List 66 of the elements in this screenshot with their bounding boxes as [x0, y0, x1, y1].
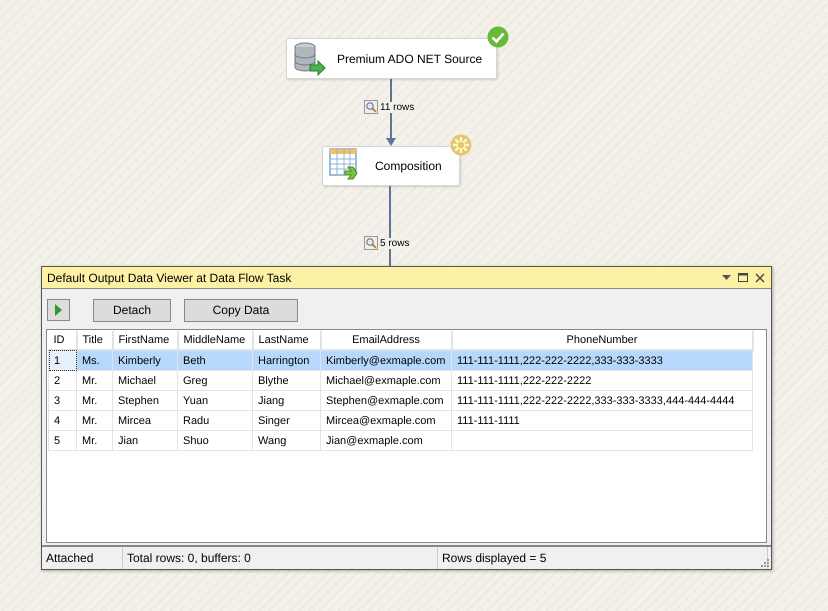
- table-cell: Mr.: [76, 430, 112, 450]
- table-cell: Michael: [112, 370, 178, 390]
- table-row[interactable]: 3 Mr. Stephen Yuan Jiang Stephen@exmaple.com 111-111-1111,222-222-2222,333-333-3333,444-444-4444: [48, 390, 752, 410]
- table-row[interactable]: 4 Mr. Mircea Radu Singer Mircea@exmaple.com 111-111-1111: [48, 410, 752, 430]
- table-cell: Mr.: [76, 410, 112, 430]
- row-count-label: 11 rows: [380, 102, 414, 112]
- component-box[interactable]: Premium ADO NET Source: [286, 38, 497, 79]
- table-cell: Blythe: [252, 370, 320, 390]
- table-cell: Stephen: [112, 390, 178, 410]
- window-title: Default Output Data Viewer at Data Flow Task: [47, 270, 292, 284]
- play-icon: [55, 304, 62, 316]
- database-icon: [293, 40, 327, 76]
- table-cell: Yuan: [178, 390, 252, 410]
- component-label: Premium ADO NET Source: [337, 52, 482, 66]
- table-cell: 1: [48, 350, 76, 370]
- table-cell: 3: [48, 390, 76, 410]
- table-cell: 5: [48, 430, 76, 450]
- component-box[interactable]: Composition: [322, 146, 460, 186]
- dropdown-arrow-icon: [722, 275, 731, 280]
- magnifier-icon: [364, 236, 378, 250]
- row-count-label: 5 rows: [380, 238, 410, 248]
- table-cell: Jiang: [252, 390, 320, 410]
- maximize-icon: [738, 273, 748, 282]
- table-cell: 111-111-1111,222-222-2222,333-333-3333: [452, 350, 752, 370]
- table-cell: Ms.: [76, 350, 112, 370]
- close-icon: [755, 272, 765, 282]
- table-cell: Michael@exmaple.com: [320, 370, 452, 390]
- table-cell: Kimberly: [112, 350, 178, 370]
- column-header[interactable]: EmailAddress: [320, 331, 452, 350]
- table-cell: Radu: [178, 410, 252, 430]
- table-cell: Jian@exmaple.com: [320, 430, 452, 450]
- table-cell: Singer: [252, 410, 320, 430]
- table-cell: Mr.: [76, 390, 112, 410]
- table-cell: 2: [48, 370, 76, 390]
- table-cell: Mr.: [76, 370, 112, 390]
- status-text: Total rows: 0, buffers: 0: [123, 547, 438, 569]
- column-header[interactable]: Title: [76, 331, 112, 350]
- table-row[interactable]: 2 Mr. Michael Greg Blythe Michael@exmaple.com 111-111-1111,222-222-2222: [48, 370, 752, 390]
- table-cell: Stephen@exmaple.com: [320, 390, 452, 410]
- column-header[interactable]: FirstName: [112, 331, 178, 350]
- column-header[interactable]: ID: [48, 331, 76, 350]
- table-cell: Greg: [178, 370, 252, 390]
- table-cell: Mircea@exmaple.com: [320, 410, 452, 430]
- column-header[interactable]: LastName: [252, 331, 320, 350]
- table-cell: Mircea: [112, 410, 178, 430]
- play-button[interactable]: [47, 299, 70, 321]
- column-header[interactable]: PhoneNumber: [452, 331, 752, 350]
- table-cell: Shuo: [178, 430, 252, 450]
- status-text: Attached: [42, 547, 123, 569]
- table-cell: Kimberly@exmaple.com: [320, 350, 452, 370]
- resize-grip-icon: [761, 559, 769, 567]
- table-cell: 111-111-1111,222-222-2222,333-333-3333,444-444-4444: [452, 390, 752, 410]
- table-cell: Wang: [252, 430, 320, 450]
- table-cell: 4: [48, 410, 76, 430]
- table-cell: 111-111-1111,222-222-2222: [452, 370, 752, 390]
- component-label: Composition: [375, 159, 442, 173]
- table-cell: 111-111-1111: [452, 410, 752, 430]
- table-row[interactable]: 5 Mr. Jian Shuo Wang Jian@exmaple.com: [48, 430, 752, 450]
- toolbar-button[interactable]: Detach: [93, 298, 171, 322]
- table-row[interactable]: 1 Ms. Kimberly Beth Harrington Kimberly@exmaple.com 111-111-1111,222-222-2222,333-333-3333: [48, 350, 752, 370]
- column-header[interactable]: MiddleName: [178, 331, 252, 350]
- magnifier-icon: [364, 100, 378, 114]
- toolbar-button[interactable]: Copy Data: [184, 298, 298, 322]
- table-cell: Jian: [112, 430, 178, 450]
- table-cell: Beth: [178, 350, 252, 370]
- table-cell: Harrington: [252, 350, 320, 370]
